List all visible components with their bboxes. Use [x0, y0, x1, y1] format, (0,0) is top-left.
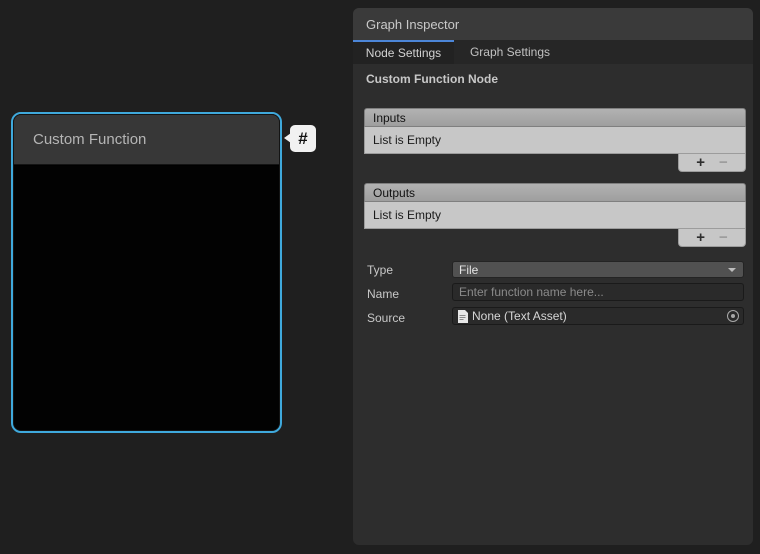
inputs-remove-button[interactable]: −	[719, 155, 728, 170]
inputs-empty-label: List is Empty	[373, 133, 441, 147]
panel-title-bar[interactable]: Graph Inspector	[353, 8, 753, 40]
outputs-remove-button[interactable]: −	[719, 230, 728, 245]
inputs-list-header: Inputs	[364, 108, 746, 127]
inputs-add-button[interactable]: +	[696, 155, 705, 170]
badge-tail-icon	[284, 133, 291, 143]
node-hash-badge: #	[290, 125, 316, 152]
name-label: Name	[367, 287, 399, 301]
graph-canvas[interactable]: Custom Function # Graph Inspector Node S…	[0, 0, 760, 554]
node-title-bar[interactable]: Custom Function	[13, 114, 280, 165]
inputs-list: Inputs List is Empty + −	[364, 108, 746, 154]
name-input[interactable]	[452, 283, 744, 301]
outputs-add-button[interactable]: +	[696, 230, 705, 245]
outputs-empty-label: List is Empty	[373, 208, 441, 222]
type-dropdown-value: File	[459, 263, 478, 277]
tab-node-settings[interactable]: Node Settings	[353, 40, 454, 64]
chevron-down-icon	[728, 268, 736, 272]
type-label: Type	[367, 263, 393, 277]
node-title-label: Custom Function	[33, 131, 146, 148]
hash-icon: #	[298, 129, 307, 149]
source-value: None (Text Asset)	[472, 309, 567, 323]
source-object-field[interactable]: None (Text Asset)	[452, 307, 744, 325]
inputs-list-body[interactable]: List is Empty	[364, 127, 746, 154]
type-dropdown[interactable]: File	[452, 261, 744, 278]
inputs-header-label: Inputs	[373, 111, 406, 125]
outputs-list-header: Outputs	[364, 183, 746, 202]
source-label: Source	[367, 311, 405, 325]
outputs-list-footer: + −	[678, 229, 746, 247]
node-preview-body	[14, 166, 279, 430]
tab-graph-settings-label: Graph Settings	[470, 45, 550, 59]
outputs-list-body[interactable]: List is Empty	[364, 202, 746, 229]
object-picker-icon[interactable]	[727, 310, 739, 322]
graph-inspector-panel: Graph Inspector Node Settings Graph Sett…	[353, 8, 753, 545]
outputs-header-label: Outputs	[373, 186, 415, 200]
tab-node-settings-label: Node Settings	[366, 46, 441, 60]
outputs-list: Outputs List is Empty + −	[364, 183, 746, 229]
text-asset-icon	[457, 310, 468, 323]
inputs-list-footer: + −	[678, 154, 746, 172]
panel-title: Graph Inspector	[366, 17, 459, 32]
node-settings-heading: Custom Function Node	[366, 72, 498, 86]
custom-function-node[interactable]: Custom Function	[11, 112, 282, 433]
tab-graph-settings[interactable]: Graph Settings	[454, 40, 566, 64]
inspector-tabbar: Node Settings Graph Settings	[353, 40, 753, 64]
